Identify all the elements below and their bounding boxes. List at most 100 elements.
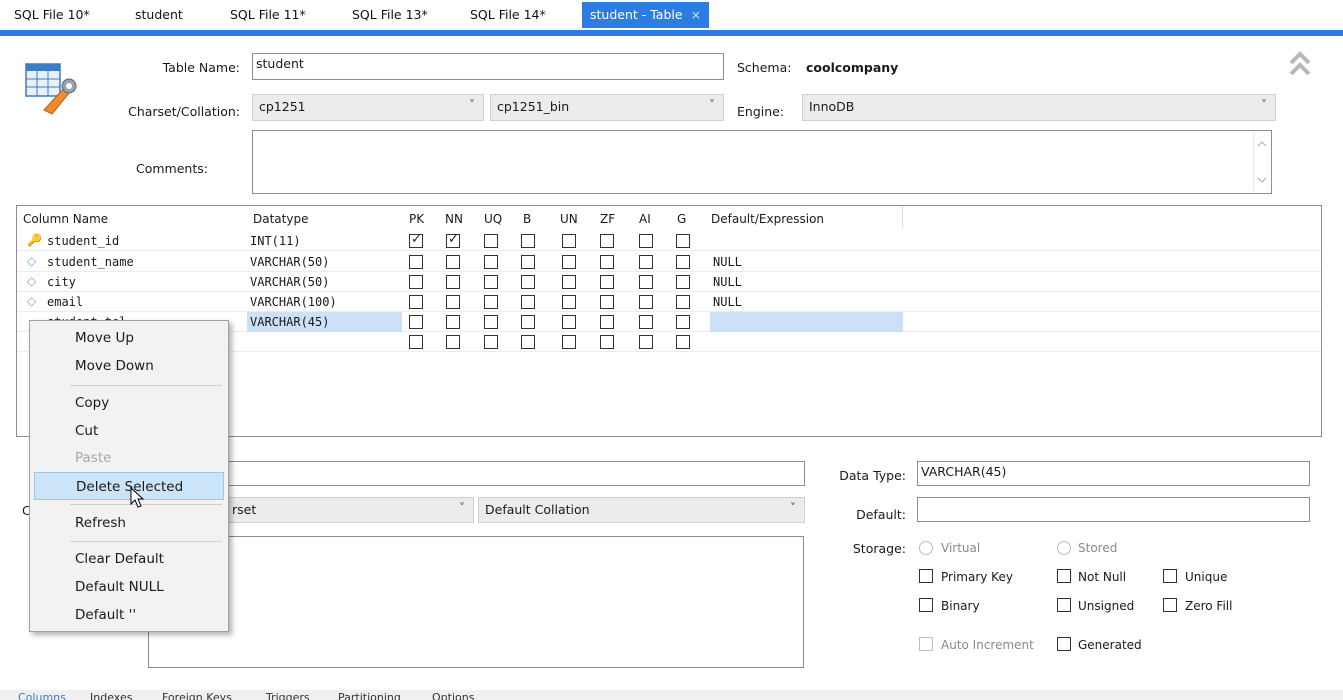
column-charset-select[interactable]: rset ˅ — [225, 497, 474, 523]
table-row[interactable]: 🔑 student_id INT(11) — [17, 231, 1321, 251]
tab-triggers[interactable]: Triggers — [266, 691, 310, 700]
menu-item-move-up[interactable]: Move Up — [34, 324, 224, 352]
table-row[interactable]: ◇ city VARCHAR(50) NULL — [17, 272, 1321, 292]
menu-item-clear-default[interactable]: Clear Default — [34, 545, 224, 573]
nn-checkbox[interactable] — [446, 335, 460, 349]
uq-checkbox[interactable] — [484, 295, 498, 309]
table-row[interactable]: ◇ email VARCHAR(100) NULL — [17, 292, 1321, 312]
zf-checkbox[interactable] — [600, 255, 614, 269]
g-checkbox[interactable] — [676, 275, 690, 289]
datatype-cell[interactable]: VARCHAR(50) — [250, 255, 329, 269]
menu-item-cut[interactable]: Cut — [34, 417, 224, 445]
b-checkbox[interactable] — [521, 335, 535, 349]
pk-checkbox[interactable] — [409, 335, 423, 349]
collation-select[interactable]: cp1251_bin ˅ — [490, 94, 724, 121]
col-header-un[interactable]: UN — [560, 212, 578, 226]
menu-item-default-empty[interactable]: Default '' — [34, 601, 224, 629]
tab-columns[interactable]: Columns — [18, 691, 66, 700]
g-checkbox[interactable] — [676, 315, 690, 329]
col-header-name[interactable]: Column Name — [23, 212, 108, 226]
close-icon[interactable]: × — [691, 7, 701, 22]
datatype-cell[interactable]: VARCHAR(100) — [250, 295, 337, 309]
ai-checkbox[interactable] — [639, 315, 653, 329]
col-header-ai[interactable]: AI — [639, 212, 651, 226]
ai-checkbox[interactable] — [639, 255, 653, 269]
tab-indexes[interactable]: Indexes — [90, 691, 132, 700]
zero-fill-checkbox[interactable] — [1163, 598, 1177, 612]
pk-checkbox[interactable] — [409, 232, 423, 248]
table-row[interactable]: ◇ student_name VARCHAR(50) NULL — [17, 252, 1321, 272]
col-header-zf[interactable]: ZF — [600, 212, 615, 226]
datatype-cell[interactable]: INT(11) — [250, 234, 301, 248]
zf-checkbox[interactable] — [600, 315, 614, 329]
column-comments-textarea[interactable] — [148, 536, 804, 668]
column-name-cell[interactable]: student_id — [47, 234, 119, 248]
column-name-cell[interactable]: student_name — [47, 255, 134, 269]
tab-sql-file-10[interactable]: SQL File 10* — [14, 2, 90, 28]
data-type-input[interactable]: VARCHAR(45) — [917, 461, 1310, 486]
virtual-radio[interactable] — [919, 541, 933, 555]
nn-checkbox[interactable] — [446, 232, 460, 248]
ai-checkbox[interactable] — [639, 335, 653, 349]
nn-checkbox[interactable] — [446, 255, 460, 269]
generated-checkbox[interactable] — [1057, 637, 1071, 651]
datatype-cell[interactable]: VARCHAR(50) — [250, 275, 329, 289]
uq-checkbox[interactable] — [484, 234, 498, 248]
col-header-nn[interactable]: NN — [445, 212, 463, 226]
g-checkbox[interactable] — [676, 335, 690, 349]
b-checkbox[interactable] — [521, 315, 535, 329]
un-checkbox[interactable] — [562, 315, 576, 329]
column-name-cell[interactable]: city — [47, 275, 76, 289]
zf-checkbox[interactable] — [600, 275, 614, 289]
tab-foreign-keys[interactable]: Foreign Keys — [162, 691, 232, 700]
column-name-input[interactable] — [225, 461, 805, 486]
unsigned-checkbox[interactable] — [1057, 598, 1071, 612]
menu-item-default-null[interactable]: Default NULL — [34, 573, 224, 601]
un-checkbox[interactable] — [562, 335, 576, 349]
default-cell[interactable]: NULL — [713, 275, 742, 289]
default-input[interactable] — [917, 497, 1310, 522]
engine-select[interactable]: InnoDB ˅ — [802, 94, 1276, 121]
unique-checkbox[interactable] — [1163, 569, 1177, 583]
ai-checkbox[interactable] — [639, 295, 653, 309]
b-checkbox[interactable] — [521, 275, 535, 289]
b-checkbox[interactable] — [521, 255, 535, 269]
menu-item-copy[interactable]: Copy — [34, 389, 224, 417]
un-checkbox[interactable] — [562, 295, 576, 309]
pk-checkbox[interactable] — [409, 295, 423, 309]
default-cell[interactable]: NULL — [713, 255, 742, 269]
primary-key-checkbox[interactable] — [919, 569, 933, 583]
tab-sql-file-11[interactable]: SQL File 11* — [230, 2, 306, 28]
ai-checkbox[interactable] — [639, 275, 653, 289]
menu-item-move-down[interactable]: Move Down — [34, 352, 224, 380]
scrollbar[interactable] — [1253, 133, 1269, 191]
un-checkbox[interactable] — [562, 275, 576, 289]
zf-checkbox[interactable] — [600, 234, 614, 248]
g-checkbox[interactable] — [676, 234, 690, 248]
auto-increment-checkbox[interactable] — [919, 637, 933, 651]
menu-item-paste[interactable]: Paste — [34, 444, 224, 472]
col-header-b[interactable]: B — [523, 212, 531, 226]
un-checkbox[interactable] — [562, 234, 576, 248]
col-header-g[interactable]: G — [677, 212, 686, 226]
menu-item-refresh[interactable]: Refresh — [34, 509, 224, 537]
b-checkbox[interactable] — [521, 295, 535, 309]
tab-student-table[interactable]: student - Table × — [582, 2, 710, 28]
not-null-checkbox[interactable] — [1057, 569, 1071, 583]
zf-checkbox[interactable] — [600, 295, 614, 309]
menu-item-delete-selected[interactable]: Delete Selected — [34, 472, 224, 500]
zf-checkbox[interactable] — [600, 335, 614, 349]
g-checkbox[interactable] — [676, 255, 690, 269]
col-header-pk[interactable]: PK — [409, 212, 424, 226]
pk-checkbox[interactable] — [409, 255, 423, 269]
column-name-cell[interactable]: email — [47, 295, 83, 309]
g-checkbox[interactable] — [676, 295, 690, 309]
ai-checkbox[interactable] — [639, 234, 653, 248]
stored-radio[interactable] — [1057, 541, 1071, 555]
table-name-input[interactable]: student — [252, 53, 724, 80]
comments-textarea[interactable] — [252, 130, 1272, 194]
nn-checkbox[interactable] — [446, 275, 460, 289]
b-checkbox[interactable] — [521, 234, 535, 248]
pk-checkbox[interactable] — [409, 315, 423, 329]
un-checkbox[interactable] — [562, 255, 576, 269]
